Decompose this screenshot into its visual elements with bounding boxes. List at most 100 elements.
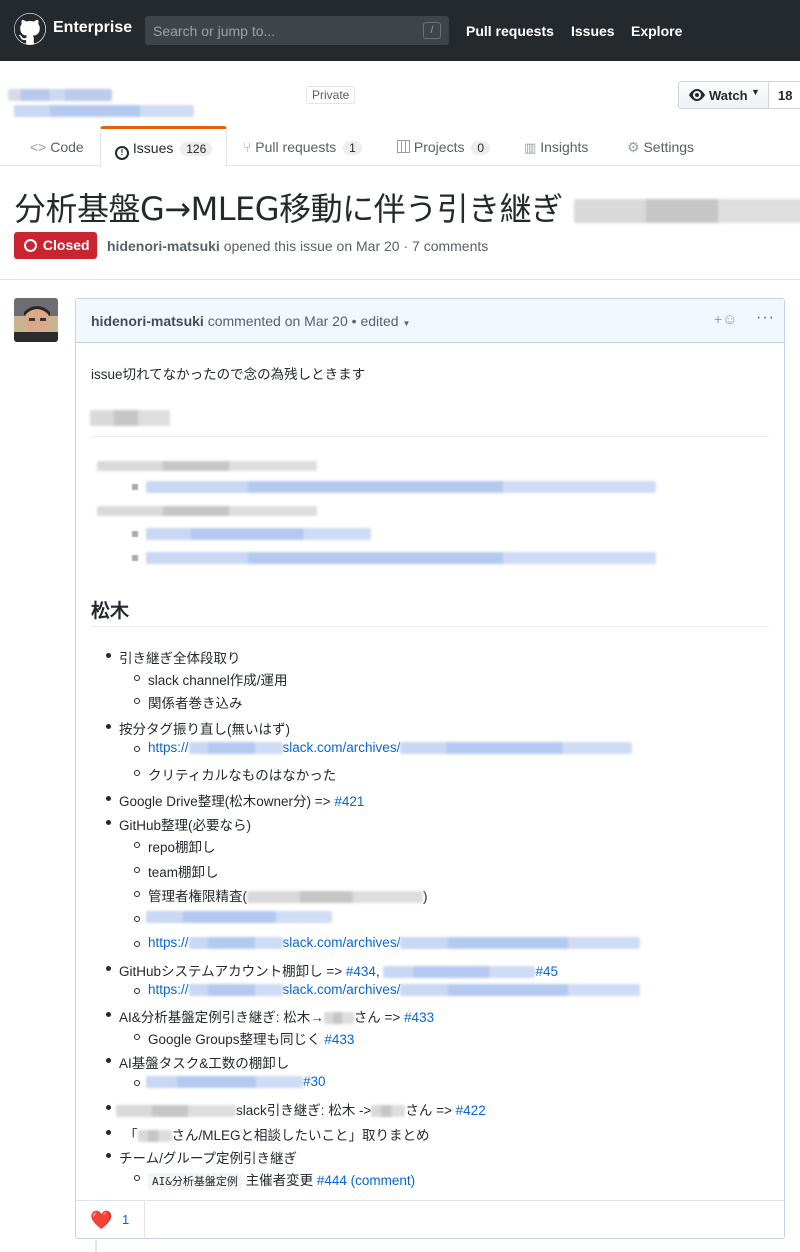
link-prefix[interactable]: https:// <box>148 982 189 997</box>
slack-link[interactable]: https:// slack.com/archives/ <box>148 740 633 755</box>
link-mid[interactable]: slack.com/archives/ <box>283 935 401 950</box>
smiley-icon: ☺ <box>722 311 738 328</box>
avatar[interactable] <box>14 298 58 342</box>
list-bullet <box>134 1034 140 1040</box>
tab-projects[interactable]: Projects 0 <box>397 126 491 167</box>
redacted-workspace <box>188 742 283 755</box>
issue-link-30[interactable]: #30 <box>303 1074 326 1089</box>
list-item: slack引き継ぎ: 松木 -> さん => #422 <box>116 1099 486 1119</box>
repo-path-redacted[interactable] <box>8 88 300 117</box>
section-divider <box>91 626 769 627</box>
issue-link-422[interactable]: #422 <box>456 1103 486 1118</box>
redacted-bullet <box>132 531 138 537</box>
watch-button[interactable]: Watch ▼ <box>678 81 769 109</box>
redacted-path <box>400 984 641 997</box>
list-item: GitHub整理(必要なら) <box>119 818 252 833</box>
list-bullet <box>134 1080 140 1086</box>
section-divider <box>91 436 769 437</box>
inline-code: AI&分析基盤定例 <box>148 1173 242 1190</box>
tab-pull-requests-label: Pull requests <box>255 139 337 155</box>
redacted-bullet <box>132 484 138 490</box>
private-label: Private <box>306 86 356 104</box>
tab-code-label: Code <box>50 139 84 155</box>
comment-header: hidenori-matsuki commented on Mar 20 • e… <box>76 299 784 343</box>
closed-status-badge: Closed <box>14 232 97 259</box>
tab-settings[interactable]: ⚙ Settings <box>627 126 694 167</box>
list-item: AI&分析基盤定例引き継ぎ: 松木→ さん => #433 <box>119 1006 434 1026</box>
list-bullet <box>134 770 140 776</box>
user-photo-icon <box>14 298 58 342</box>
search-input[interactable] <box>145 16 415 45</box>
list-item-text: さん/MLEGと相談したいこと」取りまとめ <box>171 1128 430 1143</box>
enterprise-brand[interactable]: Enterprise <box>53 19 132 37</box>
link-prefix[interactable]: https:// <box>148 935 189 950</box>
tab-insights[interactable]: ▥ Insights <box>524 126 588 167</box>
comment-link-444[interactable]: #444 (comment) <box>317 1173 415 1188</box>
heart-reaction-count[interactable]: 1 <box>122 1212 129 1227</box>
heart-reaction-icon[interactable]: ❤️ <box>90 1210 112 1231</box>
watch-count[interactable]: 18 <box>768 81 800 109</box>
list-bullet <box>134 867 140 873</box>
link-prefix[interactable]: https:// <box>148 740 189 755</box>
list-item: 管理者権限精査() <box>148 885 428 905</box>
issue-meta-text: opened this issue on Mar 20 · 7 comments <box>223 238 489 254</box>
list-item-text-end: ) <box>423 889 428 904</box>
list-item: 按分タグ振り直し(無いはず) <box>119 722 290 737</box>
list-bullet <box>134 891 140 897</box>
list-item: repo棚卸し <box>148 840 216 855</box>
issue-link-434[interactable]: #434 <box>346 964 376 979</box>
tab-issues[interactable]: ! Issues 126 <box>100 126 227 167</box>
redacted-repo <box>383 966 536 979</box>
nav-issues[interactable]: Issues <box>571 23 615 39</box>
github-logo-icon[interactable] <box>14 13 46 45</box>
slack-link[interactable]: https:// slack.com/archives/ <box>148 982 641 997</box>
redacted-link[interactable] <box>146 481 656 493</box>
issue-title: 分析基盤G→MLEG移動に伴う引き継ぎ <box>14 184 800 230</box>
more-options-button[interactable]: ··· <box>756 309 775 327</box>
comment-author-link[interactable]: hidenori-matsuki <box>91 313 204 329</box>
issue-link-45[interactable]: #45 <box>535 964 558 979</box>
list-bullet <box>106 820 111 825</box>
list-item: Google Drive整理(松木owner分) => #421 <box>119 790 364 810</box>
list-bullet <box>106 653 111 658</box>
list-item: Google Groups整理も同じく #433 <box>148 1028 354 1048</box>
issue-author-link[interactable]: hidenori-matsuki <box>107 238 220 254</box>
issue-link-433[interactable]: #433 <box>324 1032 354 1047</box>
reaction-separator <box>144 1201 145 1238</box>
list-item-text: AI&分析基盤定例引き継ぎ: 松木→ <box>119 1010 324 1025</box>
nav-pull-requests[interactable]: Pull requests <box>466 23 554 39</box>
slack-link[interactable]: https:// slack.com/archives/ <box>148 935 641 950</box>
redacted-bullet <box>132 555 138 561</box>
repo-tabs: <> Code ! Issues 126 ⑂ Pull requests 1 P… <box>0 126 800 167</box>
list-item-text-start: 「 <box>124 1128 138 1143</box>
graph-icon: ▥ <box>524 140 537 155</box>
issue-meta: hidenori-matsuki opened this issue on Ma… <box>107 238 488 254</box>
link-mid[interactable]: slack.com/archives/ <box>283 982 401 997</box>
add-reaction-button[interactable]: +☺ <box>714 311 738 328</box>
list-item-text: slack引き継ぎ: 松木 -> <box>236 1103 372 1118</box>
search-box[interactable]: / <box>145 16 449 45</box>
issue-link-433[interactable]: #433 <box>404 1010 434 1025</box>
comment-date[interactable]: commented on Mar 20 • <box>208 313 357 329</box>
list-bullet <box>106 966 111 971</box>
edited-label: edited <box>360 313 399 329</box>
edited-dropdown[interactable]: edited ▼ <box>360 313 410 329</box>
redacted-list-item <box>97 461 317 471</box>
top-navigation-bar: Enterprise / Pull requests Issues Explor… <box>0 0 800 61</box>
redacted-list-item <box>97 506 317 516</box>
slash-shortcut-hint: / <box>423 22 441 39</box>
list-bullet <box>106 1130 111 1135</box>
issue-link-421[interactable]: #421 <box>334 794 364 809</box>
list-item-text: GitHubシステムアカウント棚卸し => <box>119 964 346 979</box>
code-icon: <> <box>30 139 47 155</box>
redacted-name <box>323 1012 354 1025</box>
redacted-link[interactable] <box>146 911 332 923</box>
link-mid[interactable]: slack.com/archives/ <box>283 740 401 755</box>
tab-code[interactable]: <> Code <box>30 126 84 167</box>
list-item: 引き継ぎ全体段取り <box>119 651 241 666</box>
list-item: チーム/グループ定例引き継ぎ <box>119 1151 298 1166</box>
nav-explore[interactable]: Explore <box>631 23 682 39</box>
tab-pull-requests[interactable]: ⑂ Pull requests 1 <box>243 126 362 167</box>
redacted-link[interactable] <box>146 552 656 564</box>
redacted-link[interactable] <box>146 528 371 540</box>
